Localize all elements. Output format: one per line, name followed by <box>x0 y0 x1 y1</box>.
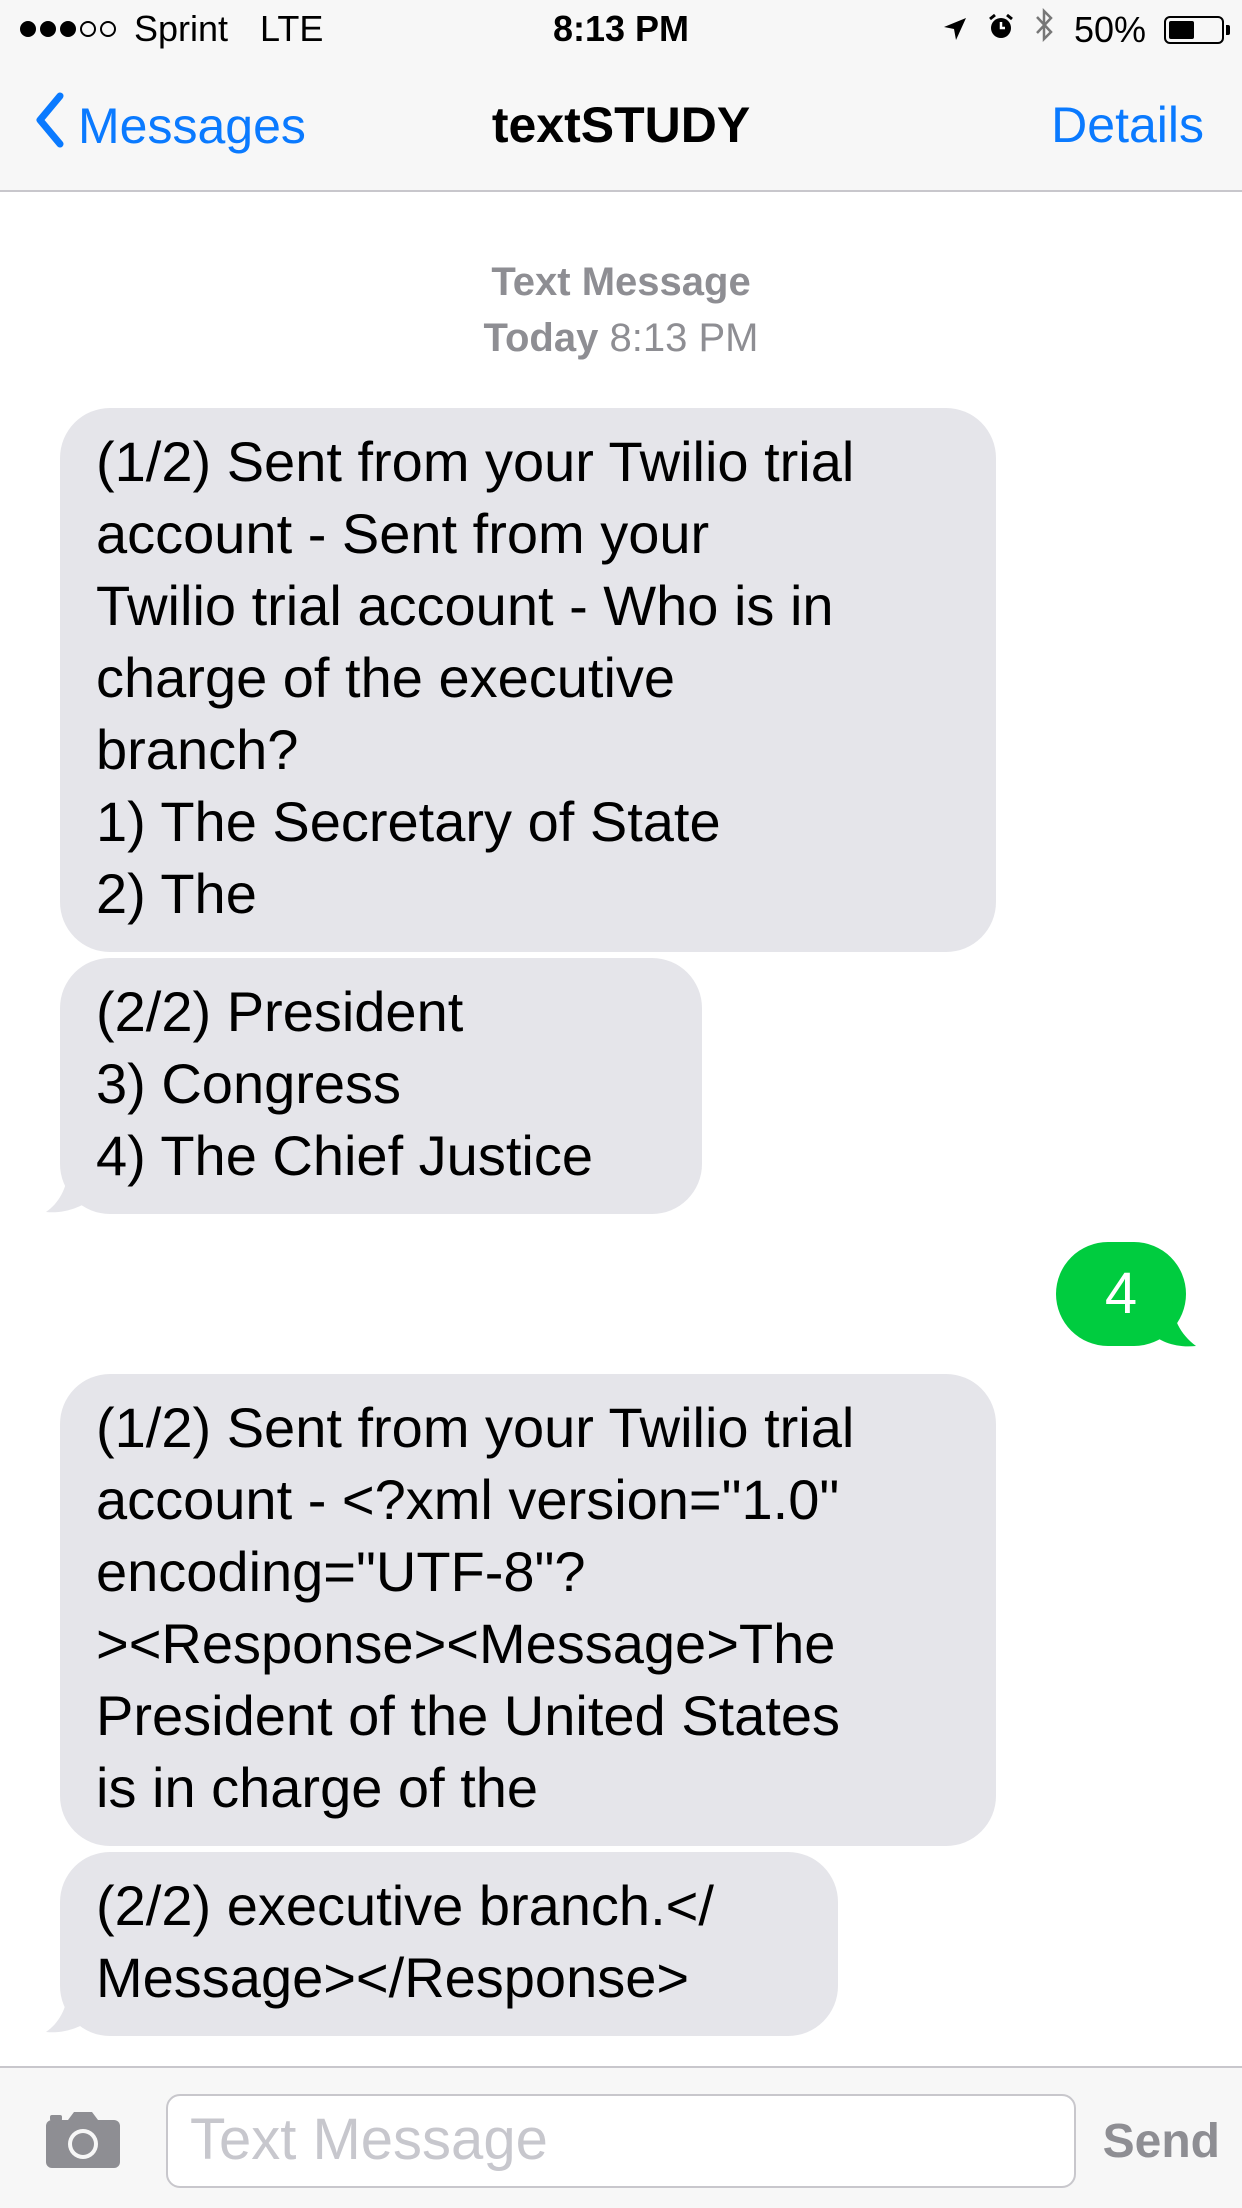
message-bubble-received[interactable]: (1/2) Sent from your Twilio trial accoun… <box>60 408 996 952</box>
bubble-tail <box>1150 1298 1196 1347</box>
battery-percent: 50% <box>1073 8 1146 50</box>
battery-nub <box>1226 24 1230 35</box>
status-bar: Sprint LTE 8:13 PM 50% <box>0 0 1242 62</box>
message-bubble-received[interactable]: (1/2) Sent from your Twilio trial accoun… <box>60 1374 996 1846</box>
camera-icon[interactable] <box>44 2110 122 2175</box>
status-right: 50% <box>942 7 1230 51</box>
details-button[interactable]: Details <box>1051 96 1204 154</box>
message-bubble-received[interactable]: (2/2) executive branch.</ Message></Resp… <box>60 1852 838 2036</box>
bubble-tail <box>46 1168 96 1213</box>
message-bubble-received[interactable]: (2/2) President 3) Congress 4) The Chief… <box>60 958 702 1214</box>
conversation-timestamp: Text Message Today 8:13 PM <box>0 254 1242 366</box>
navigation-bar: Messages textSTUDY Details <box>0 62 1242 192</box>
alarm-icon <box>986 9 1016 51</box>
bubble-tail <box>46 1988 96 2033</box>
battery-icon <box>1164 15 1230 44</box>
message-type-label: Text Message <box>491 260 751 304</box>
timestamp-time: 8:13 PM <box>609 316 759 360</box>
timestamp-line: Today 8:13 PM <box>0 310 1242 366</box>
message-input-bar: Text Message Send <box>0 2066 1242 2208</box>
send-button[interactable]: Send <box>1103 2114 1220 2169</box>
location-arrow-icon <box>942 9 968 51</box>
battery-fill <box>1169 20 1194 39</box>
bluetooth-icon <box>1034 7 1056 51</box>
timestamp-day: Today <box>483 316 599 360</box>
message-text-field[interactable]: Text Message <box>166 2094 1076 2188</box>
